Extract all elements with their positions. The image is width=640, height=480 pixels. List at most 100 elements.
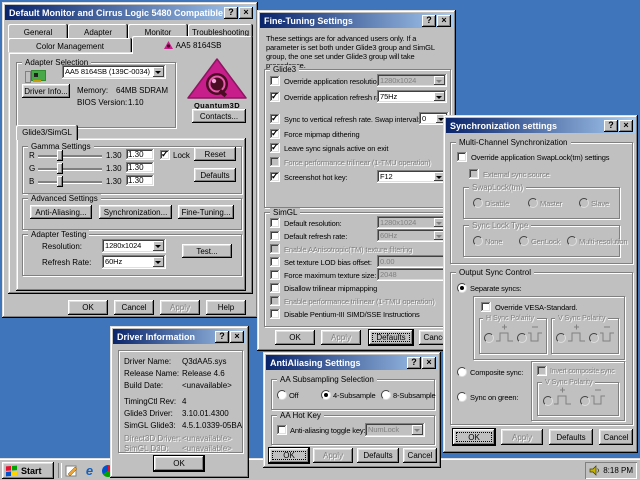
synchronization-button[interactable]: Synchronization... <box>99 205 172 219</box>
gamma-r-input[interactable] <box>126 149 154 160</box>
external-sync-checkbox <box>469 169 479 179</box>
driver-info-button[interactable]: Driver Info... <box>22 84 70 98</box>
cancel-button[interactable]: Cancel <box>114 300 154 315</box>
override-refresh-select[interactable]: 75Hz <box>377 90 447 103</box>
help-button[interactable]: Help <box>206 300 246 315</box>
disable-simd-checkbox[interactable] <box>270 309 280 319</box>
ok-button[interactable]: OK <box>154 456 204 471</box>
default-refresh-checkbox[interactable] <box>270 231 280 241</box>
contacts-button[interactable]: Contacts... <box>192 109 246 123</box>
ok-button[interactable]: OK <box>453 429 495 445</box>
screenshot-hotkey-select[interactable]: F12 <box>377 170 447 183</box>
aa-8-subsample-radio[interactable] <box>381 390 391 400</box>
override-refresh-checkbox[interactable] <box>270 92 280 102</box>
titlebar[interactable]: Fine-Tuning Settings ? × <box>260 13 453 28</box>
perf-trilinear-checkbox <box>270 296 280 306</box>
help-titlebar-button[interactable]: ? <box>422 15 436 27</box>
v-polarity2-positive-radio <box>543 396 553 406</box>
override-vesa-checkbox[interactable] <box>481 302 491 312</box>
sync-signals-checkbox[interactable] <box>270 143 280 153</box>
ok-button[interactable]: OK <box>269 448 309 463</box>
sync-on-green-radio[interactable] <box>457 392 467 402</box>
adapter-select[interactable]: AA5 8164SB (139C-0034) <box>62 65 166 79</box>
lod-bias-checkbox[interactable] <box>270 257 280 267</box>
gamma-r-slider-thumb[interactable] <box>57 150 63 161</box>
aa-toggle-key-checkbox[interactable] <box>277 425 287 435</box>
gamma-r-slider[interactable] <box>38 155 102 157</box>
fine-tuning-button[interactable]: Fine-Tuning... <box>178 205 234 219</box>
max-texture-checkbox[interactable] <box>270 270 280 280</box>
help-titlebar-button[interactable]: ? <box>604 120 618 132</box>
screenshot-hotkey-checkbox[interactable] <box>270 172 280 182</box>
force-trilinear-checkbox <box>270 157 280 167</box>
gamma-lock-checkbox[interactable] <box>160 150 170 160</box>
taskbar-divider[interactable] <box>58 463 62 478</box>
start-button[interactable]: Start <box>2 462 54 479</box>
refresh-rate-select[interactable]: 60Hz <box>102 255 166 269</box>
resolution-select[interactable]: 1280x1024 <box>102 239 166 253</box>
swaplock-disable-radio <box>473 198 483 208</box>
swaplock-slave-radio <box>579 198 589 208</box>
apply-button: Apply <box>501 429 543 445</box>
defaults-button[interactable]: Defaults <box>357 448 399 463</box>
titlebar[interactable]: Default Monitor and Cirrus Logic 5480 Co… <box>5 5 255 20</box>
ok-button[interactable]: OK <box>275 330 315 345</box>
separate-syncs-radio[interactable] <box>457 283 467 293</box>
composite-sync-radio[interactable] <box>457 367 467 377</box>
vsync-checkbox[interactable] <box>270 114 280 124</box>
v-polarity-negative-radio <box>589 333 599 343</box>
cancel-button[interactable]: Cancel <box>599 429 633 445</box>
help-titlebar-button[interactable]: ? <box>215 331 229 343</box>
help-titlebar-button[interactable]: ? <box>407 357 421 369</box>
aa-4-subsample-radio[interactable] <box>321 390 331 400</box>
ok-button[interactable]: OK <box>68 300 108 315</box>
titlebar[interactable]: AntiAliasing Settings ? × <box>266 355 438 370</box>
override-resolution-checkbox[interactable] <box>270 76 280 86</box>
override-swaplock-checkbox[interactable] <box>457 152 467 162</box>
desktop: Default Monitor and Cirrus Logic 5480 Co… <box>0 0 640 480</box>
disallow-trilinear-checkbox[interactable] <box>270 283 280 293</box>
default-resolution-select: 1280x1024 <box>377 216 447 229</box>
max-texture-field: 2048 <box>377 268 447 281</box>
gamma-g-slider[interactable] <box>38 168 102 170</box>
close-icon[interactable]: × <box>239 7 253 19</box>
lod-bias-field: 0.00 <box>377 255 447 268</box>
gamma-reset-button[interactable]: Reset <box>194 147 236 161</box>
defaults-button[interactable]: Defaults <box>549 429 593 445</box>
h-sync-polarity-legend: H Sync Polarity <box>483 314 537 323</box>
multi-channel-legend: Multi-Channel Synchronization <box>456 138 571 147</box>
internet-explorer-icon[interactable]: e <box>82 463 97 478</box>
gamma-b-slider-thumb[interactable] <box>57 176 63 187</box>
speaker-icon[interactable] <box>589 465 600 476</box>
gamma-defaults-button[interactable]: Defaults <box>194 168 236 182</box>
v-polarity2-negative-radio <box>580 396 590 406</box>
window-title: Fine-Tuning Settings <box>264 16 421 26</box>
mipmap-dither-checkbox[interactable] <box>270 129 280 139</box>
cancel-button[interactable]: Cancel <box>403 448 437 463</box>
help-titlebar-button[interactable]: ? <box>224 7 238 19</box>
gamma-g-input[interactable] <box>126 162 154 173</box>
glide3-legend: Glide3 <box>270 65 299 74</box>
close-icon[interactable]: × <box>422 357 436 369</box>
tab-aa5-8164sb[interactable]: AA5 8164SB <box>132 36 253 54</box>
gamma-b-input[interactable] <box>126 175 154 186</box>
close-icon[interactable]: × <box>230 331 244 343</box>
gamma-b-slider[interactable] <box>38 181 102 183</box>
negative-pulse-icon <box>590 386 606 408</box>
test-button[interactable]: Test... <box>182 244 232 258</box>
titlebar[interactable]: Synchronization settings ? × <box>446 118 635 133</box>
show-desktop-icon[interactable] <box>64 463 79 478</box>
defaults-button[interactable]: Defaults <box>369 330 413 345</box>
titlebar[interactable]: Driver Information ? × <box>113 329 246 344</box>
aa-off-radio[interactable] <box>277 390 287 400</box>
anti-aliasing-button[interactable]: Anti-Aliasing... <box>30 205 92 219</box>
build-date-value: <unavailable> <box>182 381 232 390</box>
close-icon[interactable]: × <box>437 15 451 27</box>
start-label: Start <box>21 466 42 476</box>
subtab-glide3-simgl[interactable]: Glide3/SimGL <box>16 125 78 140</box>
default-resolution-checkbox[interactable] <box>270 218 280 228</box>
close-icon[interactable]: × <box>619 120 633 132</box>
negative-pulse-icon <box>527 323 543 345</box>
gamma-g-slider-thumb[interactable] <box>57 163 63 174</box>
fine-tuning-window: Fine-Tuning Settings ? × These settings … <box>257 10 456 351</box>
